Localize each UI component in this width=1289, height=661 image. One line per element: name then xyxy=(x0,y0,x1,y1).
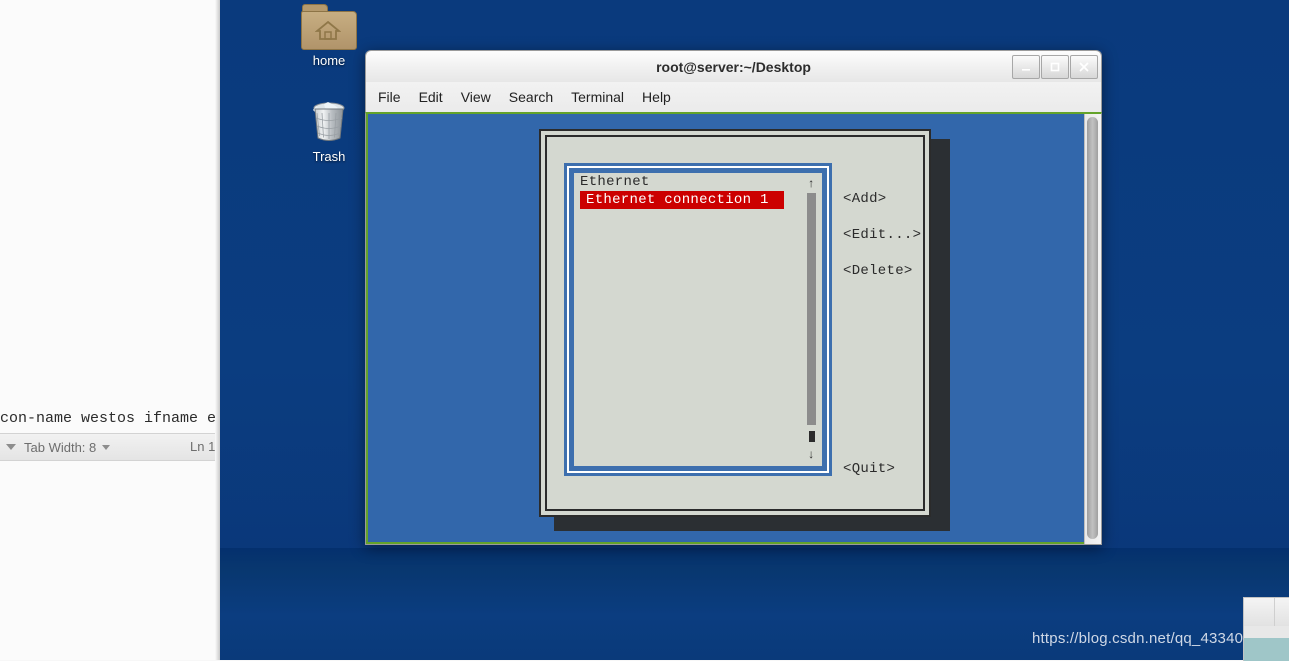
nmtui-dialog-inner-frame: Ethernet Ethernet connection 1 ↑ ↓ <Add>… xyxy=(545,135,925,511)
menu-view[interactable]: View xyxy=(461,89,491,105)
window-controls[interactable] xyxy=(1011,55,1098,79)
corner-panel-teal-strip xyxy=(1244,638,1289,661)
trash-bin-icon xyxy=(304,96,354,146)
minimize-button[interactable] xyxy=(1012,55,1040,79)
desktop-icon-home[interactable]: home xyxy=(284,4,374,68)
scroll-down-arrow-icon[interactable]: ↓ xyxy=(804,448,818,462)
terminal-menubar[interactable]: File Edit View Search Terminal Help xyxy=(365,82,1102,112)
desktop-icon-trash-label: Trash xyxy=(312,149,346,164)
corner-panel-cell-left[interactable] xyxy=(1244,598,1275,626)
list-item[interactable]: Ethernet connection 1 xyxy=(580,191,784,209)
maximize-icon xyxy=(1050,62,1060,72)
gedit-statusbar: Tab Width: 8 Ln 1 xyxy=(0,433,222,461)
menu-edit[interactable]: Edit xyxy=(419,89,443,105)
tab-width-chevron-down-icon[interactable] xyxy=(102,444,111,450)
nmtui-list-frame: Ethernet Ethernet connection 1 ↑ ↓ xyxy=(564,163,832,476)
nmtui-dialog[interactable]: Ethernet Ethernet connection 1 ↑ ↓ <Add>… xyxy=(539,129,931,517)
menu-help[interactable]: Help xyxy=(642,89,671,105)
chevron-down-icon[interactable] xyxy=(6,444,16,450)
nmtui-list-frame-white-border: Ethernet Ethernet connection 1 ↑ ↓ xyxy=(567,166,829,473)
tab-width-label[interactable]: Tab Width: 8 xyxy=(24,440,96,455)
terminal-titlebar[interactable]: root@server:~/Desktop xyxy=(365,50,1102,82)
close-button[interactable] xyxy=(1070,55,1098,79)
terminal-body[interactable]: Ethernet Ethernet connection 1 ↑ ↓ <Add>… xyxy=(365,112,1102,545)
terminal-window[interactable]: root@server:~/Desktop File Edit View Sea… xyxy=(365,50,1102,545)
scrollbar-track[interactable] xyxy=(807,193,816,446)
close-icon xyxy=(1079,62,1089,72)
connection-list-scrollbar[interactable]: ↑ ↓ xyxy=(804,177,818,462)
list-group-header: Ethernet xyxy=(580,174,650,190)
house-glyph-icon xyxy=(315,20,341,40)
maximize-button[interactable] xyxy=(1041,55,1069,79)
quit-button[interactable]: <Quit> xyxy=(843,461,895,477)
menu-file[interactable]: File xyxy=(378,89,401,105)
terminal-green-border-bottom xyxy=(366,542,1101,544)
taskbar-corner-panel[interactable] xyxy=(1243,597,1289,661)
desktop-icon-trash[interactable]: Trash xyxy=(284,96,374,164)
gedit-text-line[interactable]: con-name westos ifname e xyxy=(0,408,222,430)
menu-terminal[interactable]: Terminal xyxy=(571,89,624,105)
scroll-up-arrow-icon[interactable]: ↑ xyxy=(804,177,818,191)
watermark-text: https://blog.csdn.net/qq_43340814 xyxy=(1032,630,1269,647)
minimize-icon xyxy=(1022,69,1030,71)
terminal-title: root@server:~/Desktop xyxy=(656,59,811,75)
desktop-icon-home-label: home xyxy=(312,53,346,68)
terminal-scrollbar[interactable] xyxy=(1084,114,1101,544)
gedit-window[interactable]: con-name westos ifname e Tab Width: 8 Ln… xyxy=(0,0,222,660)
nmtui-dialog-content[interactable]: Ethernet Ethernet connection 1 ↑ ↓ <Add>… xyxy=(547,137,923,509)
line-number-label: Ln 1 xyxy=(190,439,216,454)
scrollbar-thumb[interactable] xyxy=(807,193,816,425)
desktop[interactable]: home Trash root@server:~/Desktop File Ed… xyxy=(220,0,1289,660)
terminal-green-border-left xyxy=(366,114,368,544)
scrollbar-position-block xyxy=(809,431,815,442)
menu-search[interactable]: Search xyxy=(509,89,553,105)
connection-list[interactable]: Ethernet Ethernet connection 1 ↑ ↓ xyxy=(574,173,822,466)
folder-home-icon xyxy=(301,4,357,50)
delete-button[interactable]: <Delete> xyxy=(843,263,913,279)
edit-button[interactable]: <Edit...> xyxy=(843,227,921,243)
add-button[interactable]: <Add> xyxy=(843,191,887,207)
terminal-scrollbar-thumb[interactable] xyxy=(1087,117,1098,539)
corner-panel-cell-right[interactable] xyxy=(1275,598,1289,626)
